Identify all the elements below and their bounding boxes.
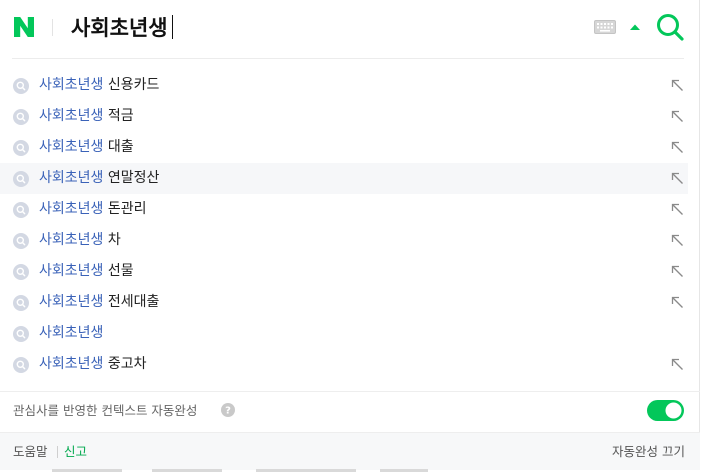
suggestion-keyword: 사회초년생 xyxy=(39,263,104,279)
suggestion-text: 사회초년생 연말정산 xyxy=(39,163,159,194)
suggestion-text: 사회초년생 돈관리 xyxy=(39,194,147,225)
suggestion-rest: 신용카드 xyxy=(103,77,160,93)
suggestion-text: 사회초년생 선물 xyxy=(39,256,134,287)
suggestion-keyword: 사회초년생 xyxy=(39,170,104,186)
suggestion-text: 사회초년생 xyxy=(39,318,103,349)
suggestion-keyword: 사회초년생 xyxy=(39,232,104,248)
suggestion-keyword: 사회초년생 xyxy=(39,108,104,124)
suggestion-item[interactable]: 사회초년생 신용카드 xyxy=(0,70,688,101)
page-background-strip xyxy=(0,469,706,474)
suggestion-rest: 연말정산 xyxy=(103,170,160,186)
keyboard-icon[interactable] xyxy=(594,20,616,34)
suggestion-rest: 적금 xyxy=(103,108,134,124)
report-link[interactable]: 신고 xyxy=(64,443,87,461)
context-toggle-switch[interactable] xyxy=(647,400,684,421)
fill-query-arrow-icon[interactable] xyxy=(671,296,684,309)
suggestion-item[interactable]: 사회초년생 돈관리 xyxy=(0,194,688,225)
suggestion-item[interactable]: 사회초년생 중고차 xyxy=(0,349,688,380)
context-autocomplete-label: 관심사를 반영한 컨텍스트 자동완성 xyxy=(13,403,198,418)
search-history-icon xyxy=(13,202,29,218)
search-history-icon xyxy=(13,233,29,249)
suggestion-text: 사회초년생 신용카드 xyxy=(39,70,159,101)
suggestion-item[interactable]: 사회초년생 대출 xyxy=(0,132,688,163)
search-history-icon xyxy=(13,140,29,156)
search-history-icon xyxy=(13,357,29,373)
suggestion-text: 사회초년생 차 xyxy=(39,225,121,256)
suggestion-rest: 돈관리 xyxy=(103,201,147,217)
search-history-icon xyxy=(13,109,29,125)
suggestion-keyword: 사회초년생 xyxy=(39,139,104,155)
fill-query-arrow-icon[interactable] xyxy=(671,110,684,123)
fill-query-arrow-icon[interactable] xyxy=(671,358,684,371)
search-history-icon xyxy=(13,171,29,187)
autocomplete-off-link[interactable]: 자동완성 끄기 xyxy=(612,443,685,461)
help-question-icon[interactable]: ? xyxy=(221,403,235,417)
svg-text:?: ? xyxy=(225,406,231,417)
suggestion-rest: 차 xyxy=(103,232,121,248)
fill-query-arrow-icon[interactable] xyxy=(671,234,684,247)
naver-logo-icon[interactable] xyxy=(12,15,36,39)
suggestion-keyword: 사회초년생 xyxy=(39,294,104,310)
autocomplete-panel: 사회초년생 사회초년생 신용카드 사회초년생 적금 사회초년생 대출 사회초년생 연말… xyxy=(0,0,700,470)
suggestion-list: 사회초년생 신용카드 사회초년생 적금 사회초년생 대출 사회초년생 연말정산 사회초년… xyxy=(0,70,688,380)
suggestion-rest: 중고차 xyxy=(103,356,147,372)
context-autocomplete-row: 관심사를 반영한 컨텍스트 자동완성 ? xyxy=(0,392,700,430)
header-divider-line xyxy=(12,58,684,59)
suggestion-text: 사회초년생 적금 xyxy=(39,101,134,132)
collapse-arrow-up-icon[interactable] xyxy=(629,23,641,31)
suggestion-item[interactable]: 사회초년생 전세대출 xyxy=(0,287,688,318)
fill-query-arrow-icon[interactable] xyxy=(671,203,684,216)
search-icon[interactable] xyxy=(654,11,686,43)
search-header: 사회초년생 xyxy=(0,0,700,58)
search-history-icon xyxy=(13,295,29,311)
search-input[interactable]: 사회초년생 xyxy=(71,13,168,43)
header-divider xyxy=(52,19,53,36)
suggestion-keyword: 사회초년생 xyxy=(39,77,104,93)
suggestion-rest: 선물 xyxy=(103,263,134,279)
search-history-icon xyxy=(13,78,29,94)
text-cursor xyxy=(172,15,173,39)
fill-query-arrow-icon[interactable] xyxy=(671,172,684,185)
fill-query-arrow-icon[interactable] xyxy=(671,79,684,92)
suggestion-text: 사회초년생 중고차 xyxy=(39,349,147,380)
suggestion-keyword: 사회초년생 xyxy=(39,356,104,372)
suggestion-keyword: 사회초년생 xyxy=(39,201,104,217)
search-history-icon xyxy=(13,264,29,280)
suggestion-text: 사회초년생 전세대출 xyxy=(39,287,159,318)
suggestion-item[interactable]: 사회초년생 적금 xyxy=(0,101,688,132)
fill-query-arrow-icon[interactable] xyxy=(671,141,684,154)
suggestion-item[interactable]: 사회초년생 연말정산 xyxy=(0,163,688,194)
suggestion-rest: 대출 xyxy=(103,139,134,155)
fill-query-arrow-icon[interactable] xyxy=(671,265,684,278)
footer-separator xyxy=(57,446,58,458)
suggestion-text: 사회초년생 대출 xyxy=(39,132,134,163)
search-history-icon xyxy=(13,326,29,342)
suggestion-item[interactable]: 사회초년생 차 xyxy=(0,225,688,256)
help-link[interactable]: 도움말 xyxy=(13,443,48,461)
footer-bar: 도움말 신고 자동완성 끄기 xyxy=(0,432,700,470)
suggestion-rest: 전세대출 xyxy=(103,294,160,310)
suggestion-item[interactable]: 사회초년생 xyxy=(0,318,688,349)
suggestion-item[interactable]: 사회초년생 선물 xyxy=(0,256,688,287)
suggestion-keyword: 사회초년생 xyxy=(39,325,104,341)
